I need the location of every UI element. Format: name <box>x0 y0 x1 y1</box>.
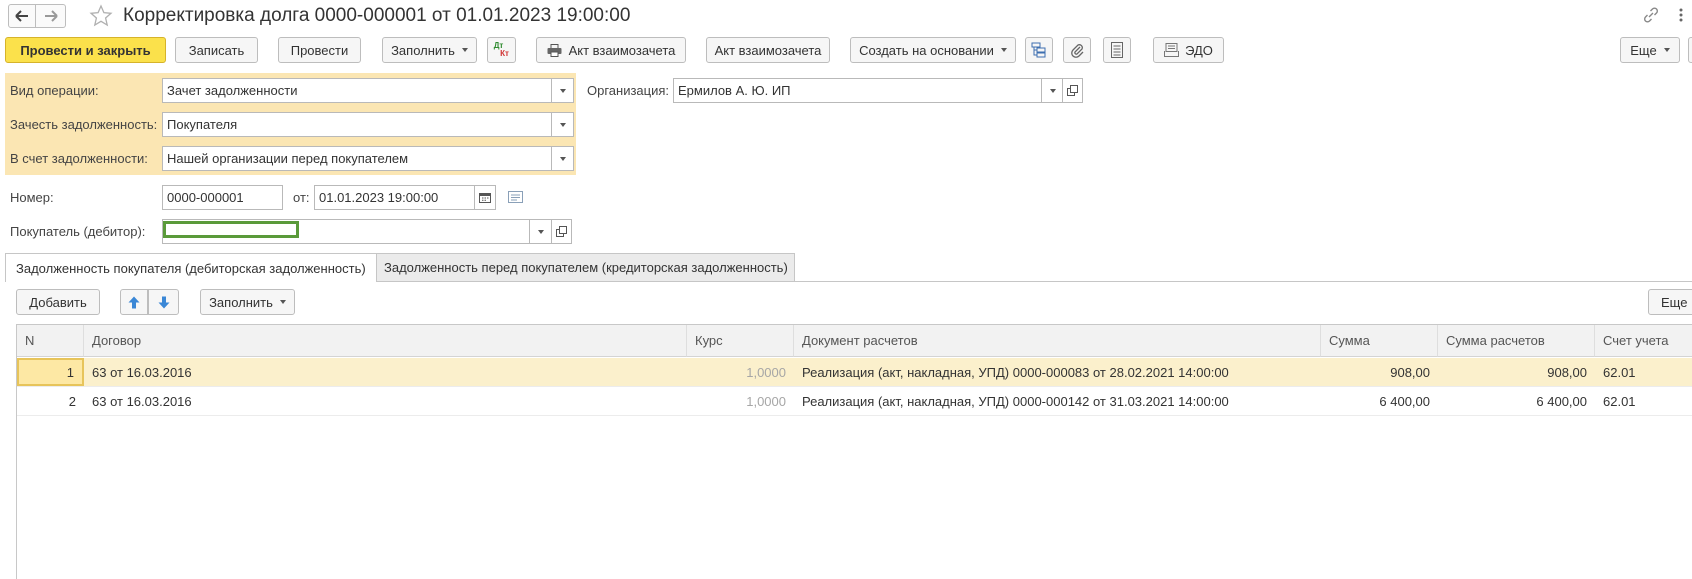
operation-dropdown-icon[interactable] <box>551 78 574 103</box>
more-vert-icon <box>1679 8 1683 22</box>
row-number[interactable]: 1 <box>17 358 84 386</box>
debt-table: N Договор Курс Документ расчетов Сумма С… <box>16 324 1692 579</box>
move-up-button[interactable] <box>120 289 148 315</box>
structure-button[interactable] <box>1025 37 1053 63</box>
table-row[interactable]: 2 63 от 16.03.2016 1,0000 Реализация (ак… <box>17 387 1692 416</box>
arrow-up-icon <box>128 296 140 308</box>
organization-open-button[interactable] <box>1062 78 1083 103</box>
row-number[interactable]: 2 <box>17 387 84 415</box>
row-document[interactable]: Реализация (акт, накладная, УПД) 0000-00… <box>794 387 1321 415</box>
page-title: Корректировка долга 0000-000001 от 01.01… <box>123 5 631 26</box>
number-field[interactable]: 0000-000001 <box>162 185 283 210</box>
link-button[interactable] <box>1642 6 1660 24</box>
document-list-icon <box>1111 42 1123 58</box>
favorite-button[interactable] <box>89 4 113 28</box>
buyer-dropdown-icon[interactable] <box>529 219 552 244</box>
post-and-close-button[interactable]: Провести и закрыть <box>5 37 166 63</box>
fill-button-label: Заполнить <box>391 42 455 58</box>
hierarchy-icon <box>1031 42 1046 58</box>
row-account[interactable]: 62.01 <box>1595 387 1692 415</box>
row-contract[interactable]: 63 от 16.03.2016 <box>84 358 687 386</box>
operation-field[interactable]: Зачет задолженности <box>162 78 552 103</box>
print-act-label: Акт взаимозачета <box>568 42 676 58</box>
comment-button[interactable] <box>508 191 523 204</box>
offset-dropdown-icon[interactable] <box>551 112 574 137</box>
table-more-button[interactable]: Еще <box>1648 289 1692 315</box>
save-button[interactable]: Записать <box>175 37 258 63</box>
table-fill-button[interactable]: Заполнить <box>200 289 295 315</box>
arrow-down-icon <box>158 296 169 308</box>
back-button[interactable] <box>8 4 36 28</box>
row-settlement-sum[interactable]: 908,00 <box>1438 358 1595 386</box>
column-header-rate[interactable]: Курс <box>687 325 794 357</box>
calendar-button[interactable] <box>474 185 496 210</box>
edo-label: ЭДО <box>1185 42 1213 58</box>
number-label: Номер: <box>10 190 54 205</box>
organization-dropdown-icon[interactable] <box>1041 78 1064 103</box>
row-rate[interactable]: 1,0000 <box>687 358 794 386</box>
row-sum[interactable]: 6 400,00 <box>1321 387 1438 415</box>
against-dropdown-icon[interactable] <box>551 146 574 171</box>
operation-label: Вид операции: <box>10 83 99 98</box>
organization-label: Организация: <box>587 83 670 98</box>
forward-button[interactable] <box>36 4 66 28</box>
attachments-button[interactable] <box>1063 37 1091 63</box>
table-fill-label: Заполнить <box>209 294 273 310</box>
more-menu-button[interactable] <box>1676 6 1686 24</box>
edo-button[interactable]: ЭДО <box>1153 37 1224 63</box>
report-button[interactable] <box>1103 37 1131 63</box>
move-down-button[interactable] <box>148 289 179 315</box>
table-row[interactable]: 1 63 от 16.03.2016 1,0000 Реализация (ак… <box>17 358 1692 387</box>
table-more-label: Еще <box>1661 294 1688 310</box>
column-header-n[interactable]: N <box>17 325 84 357</box>
tab-receivables[interactable]: Задолженность покупателя (дебиторская за… <box>5 253 377 282</box>
buyer-label: Покупатель (дебитор): <box>10 224 146 239</box>
create-based-on-label: Создать на основании <box>859 42 994 58</box>
paperclip-icon <box>1071 44 1084 58</box>
row-document[interactable]: Реализация (акт, накладная, УПД) 0000-00… <box>794 358 1321 386</box>
back-arrow-icon <box>15 10 28 22</box>
column-header-contract[interactable]: Договор <box>84 325 687 357</box>
date-label: от: <box>293 190 310 205</box>
buyer-open-button[interactable] <box>551 219 572 244</box>
column-header-account[interactable]: Счет учета <box>1595 325 1692 357</box>
forward-arrow-icon <box>44 10 58 22</box>
post-button[interactable]: Провести <box>278 37 361 63</box>
extra-toolbar-button[interactable] <box>1688 37 1692 63</box>
printer-icon <box>547 43 562 57</box>
against-label: В счет задолженности: <box>10 151 148 166</box>
offset-label: Зачесть задолженность: <box>10 117 158 132</box>
star-icon <box>89 4 113 27</box>
column-header-document[interactable]: Документ расчетов <box>794 325 1321 357</box>
fill-dropdown-button[interactable]: Заполнить <box>382 37 477 63</box>
organization-field[interactable]: Ермилов А. Ю. ИП <box>673 78 1042 103</box>
more-toolbar-button[interactable]: Еще <box>1620 37 1680 63</box>
act-button[interactable]: Акт взаимозачета <box>706 37 830 63</box>
against-field[interactable]: Нашей организации перед покупателем <box>162 146 552 171</box>
offset-field[interactable]: Покупателя <box>162 112 552 137</box>
column-header-sum[interactable]: Сумма <box>1321 325 1438 357</box>
column-header-settlement-sum[interactable]: Сумма расчетов <box>1438 325 1595 357</box>
create-based-on-button[interactable]: Создать на основании <box>850 37 1016 63</box>
row-rate[interactable]: 1,0000 <box>687 387 794 415</box>
comment-lines-icon <box>508 191 523 203</box>
tab-payables[interactable]: Задолженность перед покупателем (кредито… <box>373 253 795 281</box>
calendar-icon <box>479 193 491 203</box>
link-icon <box>1643 7 1659 23</box>
open-window-icon <box>556 226 567 237</box>
kt-label: Кт <box>500 49 509 58</box>
edo-exchange-icon <box>1164 43 1180 57</box>
open-window-icon <box>1067 85 1078 96</box>
more-toolbar-label: Еще <box>1630 42 1657 58</box>
row-settlement-sum[interactable]: 6 400,00 <box>1438 387 1595 415</box>
print-act-button[interactable]: Акт взаимозачета <box>536 37 686 63</box>
add-row-button[interactable]: Добавить <box>16 289 100 315</box>
date-field[interactable]: 01.01.2023 19:00:00 <box>314 185 475 210</box>
dt-kt-button[interactable]: Дт Кт <box>487 37 516 63</box>
row-sum[interactable]: 908,00 <box>1321 358 1438 386</box>
buyer-focus-frame <box>163 221 299 238</box>
row-account[interactable]: 62.01 <box>1595 358 1692 386</box>
row-contract[interactable]: 63 от 16.03.2016 <box>84 387 687 415</box>
